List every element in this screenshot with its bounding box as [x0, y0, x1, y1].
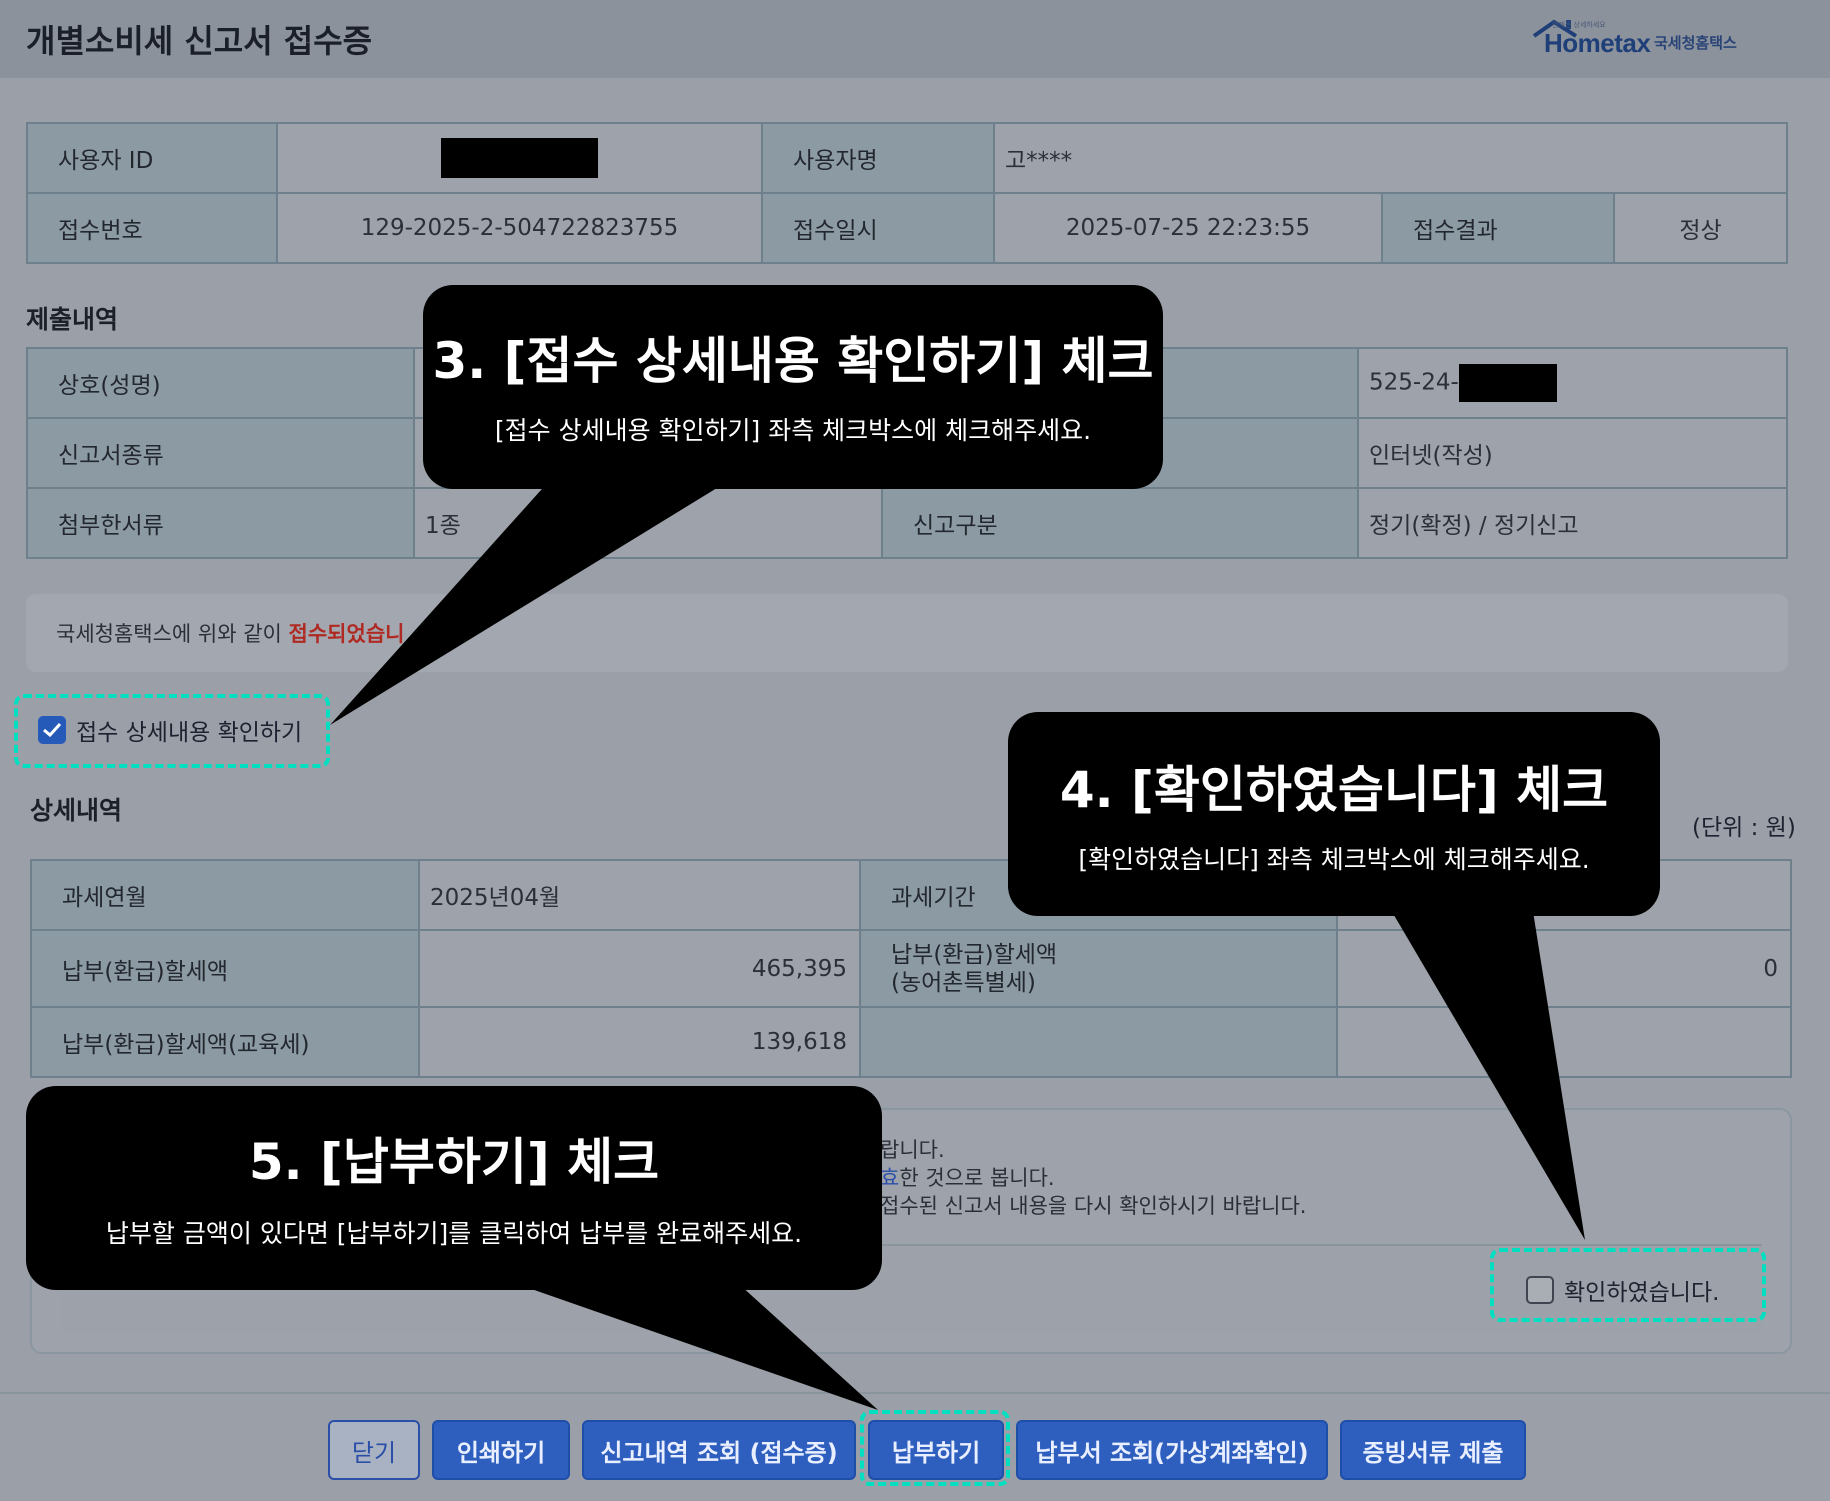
receipt-info-table: 사용자 ID 사용자명 고**** 접수번호 129-2025-2-504722…	[26, 122, 1788, 264]
bill-button[interactable]: 납부서 조회(가상계좌확인)	[1016, 1420, 1328, 1480]
notice-text: 국세청홈택스에 위와 같이 접수되었습니	[56, 622, 405, 646]
business-name-label: 상호(성명)	[26, 347, 415, 419]
callout-4-subtitle: [확인하였습니다] 좌측 체크박스에 체크해주세요.	[1078, 845, 1590, 874]
callout-4-title: 4. [확인하였습니다] 체크	[1059, 761, 1609, 819]
highlight-confirm-toggle	[1490, 1248, 1766, 1322]
highlight-pay-button	[860, 1410, 1010, 1486]
close-button[interactable]: 닫기	[328, 1420, 420, 1480]
evidence-button[interactable]: 증빙서류 제출	[1340, 1420, 1526, 1480]
confirm-line-1: 랍니다.	[880, 1138, 945, 1162]
result-label: 접수결과	[1381, 192, 1615, 264]
details-section-title: 상세내역	[30, 796, 123, 825]
callout-step-3: 3. [접수 상세내용 확인하기] 체크 [접수 상세내용 확인하기] 좌측 체…	[423, 285, 1163, 489]
receipt-no-value: 129-2025-2-504722823755	[276, 192, 763, 264]
category-label: 신고구분	[881, 487, 1359, 559]
history-button[interactable]: 신고내역 조회 (접수증)	[582, 1420, 856, 1480]
empty-value	[1336, 1006, 1792, 1078]
unit-label: (단위 : 원)	[1692, 815, 1796, 841]
receipt-no-label: 접수번호	[26, 192, 278, 264]
payable-farm-label: 납부(환급)할세액 (농어촌특별세)	[859, 929, 1338, 1008]
user-name-value: 고****	[993, 122, 1788, 194]
tax-month-value: 2025년04월	[418, 859, 861, 931]
payable-value: 465,395	[418, 929, 861, 1008]
logo-brand: Hometax	[1544, 28, 1651, 58]
callout-5-subtitle: 납부할 금액이 있다면 [납부하기]를 클릭하여 납부를 완료해주세요.	[105, 1219, 803, 1248]
submission-section-title: 제출내역	[26, 305, 119, 334]
redacted-user-id	[441, 138, 598, 178]
notice-bar: 국세청홈택스에 위와 같이 접수되었습니	[26, 594, 1788, 672]
payable-label: 납부(환급)할세액	[30, 929, 420, 1008]
logo-org: 국세청홈택스	[1654, 34, 1737, 52]
user-name-label: 사용자명	[761, 122, 995, 194]
attached-label: 첨부한서류	[26, 487, 415, 559]
callout-step-5: 5. [납부하기] 체크 납부할 금액이 있다면 [납부하기]를 클릭하여 납부…	[26, 1086, 882, 1290]
tax-month-label: 과세연월	[30, 859, 420, 931]
result-value: 정상	[1613, 192, 1788, 264]
receipt-time-label: 접수일시	[761, 192, 995, 264]
payable-edu-value: 139,618	[418, 1006, 861, 1078]
attached-value: 1종	[413, 487, 883, 559]
payable-farm-value: 0	[1336, 929, 1792, 1008]
callout-3-title: 3. [접수 상세내용 확인하기] 체크	[432, 332, 1154, 390]
footer-divider	[0, 1392, 1830, 1394]
callout-5-title: 5. [납부하기] 체크	[248, 1133, 660, 1191]
callout-3-subtitle: [접수 상세내용 확인하기] 좌측 체크박스에 체크해주세요.	[494, 416, 1092, 445]
title-bar: 개별소비세 신고서 접수증 언제든 상세하세요 Hometax 국세청홈택스	[0, 0, 1830, 78]
hometax-logo: 언제든 상세하세요 Hometax 국세청홈택스	[1532, 16, 1752, 60]
print-button[interactable]: 인쇄하기	[432, 1420, 570, 1480]
empty-label	[859, 1006, 1338, 1078]
biz-no-value: 525-24-	[1357, 347, 1788, 419]
confirm-line-3: 접수된 신고서 내용을 다시 확인하시기 바랍니다.	[880, 1194, 1307, 1218]
confirm-line-2: 효한 것으로 봅니다.	[880, 1166, 1055, 1190]
callout-step-4: 4. [확인하였습니다] 체크 [확인하였습니다] 좌측 체크박스에 체크해주세…	[1008, 712, 1660, 916]
user-id-label: 사용자 ID	[26, 122, 278, 194]
payable-edu-label: 납부(환급)할세액(교육세)	[30, 1006, 420, 1078]
method-value: 인터넷(작성)	[1357, 417, 1788, 489]
page-title: 개별소비세 신고서 접수증	[26, 22, 373, 60]
notice-highlight: 접수되었습니	[288, 622, 405, 646]
category-value: 정기(확정) / 정기신고	[1357, 487, 1788, 559]
highlight-detail-toggle	[14, 694, 330, 768]
redacted-biz-no	[1458, 364, 1557, 402]
user-id-value	[276, 122, 763, 194]
report-type-label: 신고서종류	[26, 417, 415, 489]
receipt-time-value: 2025-07-25 22:23:55	[993, 192, 1383, 264]
